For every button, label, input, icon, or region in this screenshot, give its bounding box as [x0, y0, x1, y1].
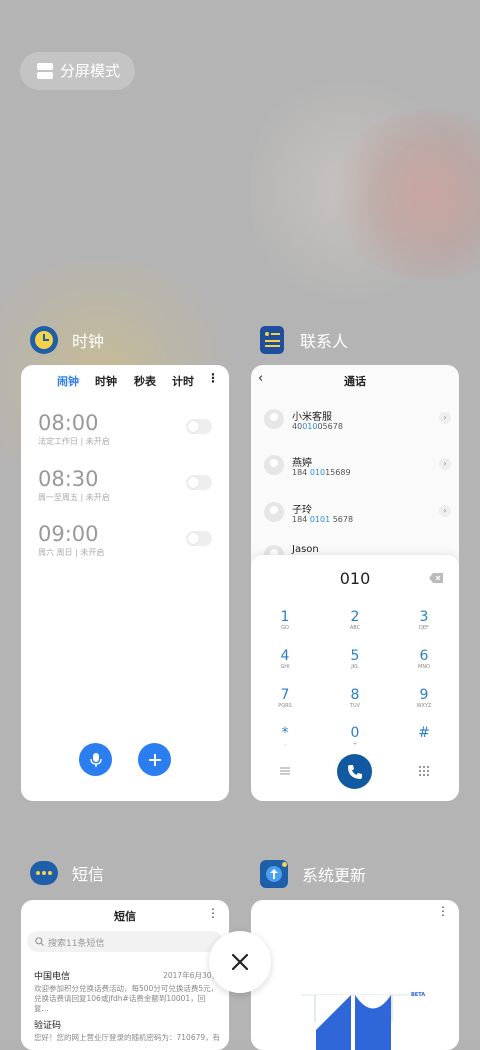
chevron-right-icon[interactable]: ›: [439, 458, 451, 470]
calls-title: 通话: [344, 375, 366, 388]
more-icon[interactable]: ⋮: [207, 906, 219, 920]
contact-name: 小米客服: [292, 412, 332, 423]
sms-search-input[interactable]: 搜索11条短信: [27, 931, 223, 952]
key-6[interactable]: 6 MNO: [404, 648, 444, 671]
contacts-app-card[interactable]: ‹ 通话 小米客服 4001005678 › 燕婷 184 01015689 ›…: [251, 365, 459, 801]
alarm-toggle[interactable]: [186, 419, 212, 434]
message-item[interactable]: 中国电信 2017年6月30日 欢迎参加积分兑换话费活动，每500分可兑换话费5…: [34, 969, 219, 1014]
message-app-icon: [30, 861, 58, 885]
tab-clock[interactable]: 时钟: [95, 373, 117, 389]
chevron-right-icon[interactable]: ›: [439, 412, 451, 424]
alarm-item[interactable]: 08:00 法定工作日 | 未开启: [38, 411, 110, 447]
clock-app-title: 时钟: [72, 332, 105, 351]
alarm-repeat: 周一至周五 | 未开启: [38, 493, 110, 502]
contacts-app-header[interactable]: 联系人: [260, 326, 348, 354]
search-placeholder: 搜索11条短信: [48, 939, 105, 949]
tab-stopwatch[interactable]: 秒表: [134, 373, 156, 389]
chevron-right-icon[interactable]: ›: [439, 505, 451, 517]
clock-tabs: 闹钟 时钟 秒表 计时 ⋮: [21, 371, 229, 391]
alarm-item[interactable]: 08:30 周一至周五 | 未开启: [38, 467, 110, 503]
key-3[interactable]: 3 DEF: [404, 609, 444, 632]
keypad-icon[interactable]: [419, 766, 429, 776]
key-2[interactable]: 2 ABC: [335, 609, 375, 632]
alarm-toggle[interactable]: [186, 475, 212, 490]
split-screen-button[interactable]: 分屏模式: [20, 52, 135, 90]
key-hash[interactable]: #: [404, 725, 444, 741]
dial-input[interactable]: 010: [251, 569, 459, 588]
clear-all-button[interactable]: [209, 931, 271, 993]
menu-icon[interactable]: [280, 767, 290, 775]
contacts-app-icon: [260, 326, 284, 354]
clock-app-icon: [30, 326, 58, 354]
avatar: [264, 455, 284, 475]
updater-app-title: 系统更新: [302, 866, 367, 885]
contact-number: 4001005678: [292, 422, 343, 431]
sms-app-title: 短信: [72, 865, 105, 884]
dialpad: 010 1 GO 2 ABC 3 DEF 4 GHI 5 JKL 6 MNO 7 PQRS 8…: [251, 555, 459, 801]
contact-row[interactable]: 燕婷 184 01015689 ›: [264, 451, 454, 481]
more-icon[interactable]: ⋮: [207, 371, 219, 385]
contact-name: 子玲: [292, 505, 312, 516]
updater-app-header[interactable]: 系统更新: [260, 860, 366, 888]
phone-icon: [347, 764, 362, 779]
contact-number: 184 01015689: [292, 468, 351, 477]
alarm-time: 08:00: [38, 411, 99, 435]
update-app-icon: [260, 860, 288, 888]
sms-title: 短信: [114, 910, 136, 923]
key-star[interactable]: *,: [265, 725, 305, 748]
split-screen-label: 分屏模式: [60, 62, 121, 80]
key-8[interactable]: 8 TUV: [335, 687, 375, 710]
tab-alarm[interactable]: 闹钟: [57, 373, 79, 389]
avatar: [264, 409, 284, 429]
contact-row[interactable]: 小米客服 4001005678 ›: [264, 405, 454, 435]
key-9[interactable]: 9 WXYZ: [404, 687, 444, 710]
alarm-time: 09:00: [38, 522, 99, 546]
clock-app-header[interactable]: 时钟: [30, 326, 104, 354]
sms-app-card[interactable]: 短信 ⋮ 搜索11条短信 中国电信 2017年6月30日 欢迎参加积分兑换话费活…: [21, 900, 229, 1050]
microphone-icon: [89, 752, 102, 767]
alarm-time: 08:30: [38, 467, 99, 491]
updater-app-card[interactable]: ⋮ BETA: [251, 900, 459, 1050]
sms-app-header[interactable]: 短信: [30, 861, 104, 885]
alarm-repeat: 法定工作日 | 未开启: [38, 437, 110, 446]
backspace-icon[interactable]: [429, 573, 443, 583]
split-screen-icon: [37, 63, 53, 79]
more-icon[interactable]: ⋮: [437, 904, 449, 918]
message-sender: 验证码: [34, 1021, 62, 1031]
alarm-item[interactable]: 09:00 周六 周日 | 未开启: [38, 522, 104, 558]
key-5[interactable]: 5 JKL: [335, 648, 375, 671]
contacts-header: ‹ 通话: [251, 365, 459, 395]
search-icon: [35, 937, 44, 946]
clock-app-card[interactable]: 闹钟 时钟 秒表 计时 ⋮ 08:00 法定工作日 | 未开启 08:30 周一…: [21, 365, 229, 801]
plus-icon: [148, 753, 161, 766]
voice-alarm-button[interactable]: [79, 743, 112, 776]
tab-timer[interactable]: 计时: [172, 373, 194, 389]
call-button[interactable]: [337, 754, 372, 789]
key-4[interactable]: 4 GHI: [265, 648, 305, 671]
contacts-app-title: 联系人: [300, 332, 349, 351]
key-1[interactable]: 1 GO: [265, 609, 305, 632]
key-0[interactable]: 0 +: [335, 725, 375, 748]
message-preview: 欢迎参加积分兑换话费活动，每500分可兑换话费5元，兑换话费请回复106或jfd…: [34, 984, 219, 1013]
beta-badge: BETA: [411, 992, 426, 998]
add-alarm-button[interactable]: [138, 743, 171, 776]
contact-row[interactable]: 子玲 184 0101 5678 ›: [264, 498, 454, 528]
message-preview: 您好！您的网上营业厅登录的随机密码为：710679，有: [34, 1033, 219, 1042]
update-illustration: [301, 994, 421, 1050]
alarm-repeat: 周六 周日 | 未开启: [38, 548, 105, 557]
contact-number: 184 0101 5678: [292, 515, 354, 524]
close-icon: [231, 953, 249, 971]
contact-name: Jason: [292, 544, 319, 555]
contact-name: 燕婷: [292, 458, 312, 469]
key-7[interactable]: 7 PQRS: [265, 687, 305, 710]
avatar: [264, 502, 284, 522]
alarm-toggle[interactable]: [186, 531, 212, 546]
message-item[interactable]: 验证码 您好！您的网上营业厅登录的随机密码为：710679，有: [34, 1018, 219, 1043]
